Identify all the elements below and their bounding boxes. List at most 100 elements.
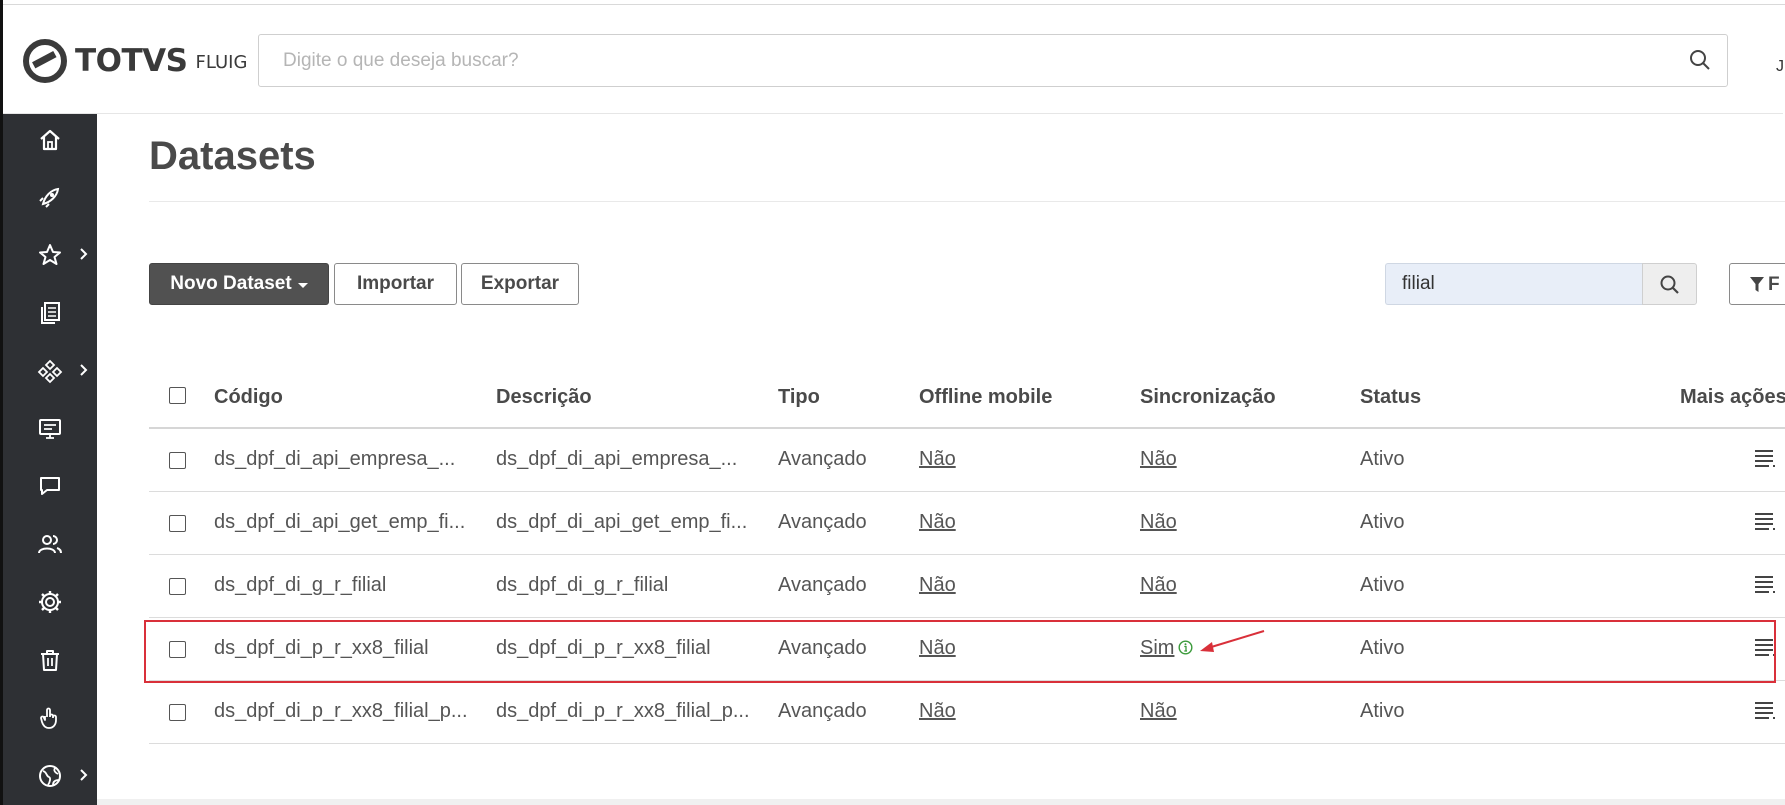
row-offline-link[interactable]: Não <box>919 637 956 660</box>
sidebar-item-processes[interactable] <box>3 345 97 395</box>
chevron-right-icon <box>80 364 88 376</box>
chevron-right-icon <box>80 769 88 781</box>
sidebar-item-people[interactable] <box>3 518 97 568</box>
row-checkbox[interactable] <box>169 515 186 532</box>
info-icon[interactable] <box>1178 640 1193 655</box>
row-offline-link[interactable]: Não <box>919 700 956 723</box>
column-header-sync[interactable]: Sincronização <box>1140 386 1276 409</box>
touch-icon <box>40 707 57 729</box>
row-sync-link[interactable]: Não <box>1140 448 1177 471</box>
caret-down-icon <box>297 282 308 288</box>
row-code[interactable]: ds_dpf_di_api_empresa_... <box>214 448 455 471</box>
global-search-input[interactable] <box>259 35 1659 86</box>
totvs-fluig-logo[interactable]: TOTVS FLUIG <box>23 38 247 84</box>
trash-icon <box>41 650 59 671</box>
row-status: Ativo <box>1360 448 1405 470</box>
new-dataset-button[interactable]: Novo Dataset <box>149 263 329 305</box>
row-status: Ativo <box>1360 511 1405 533</box>
sidebar-item-trash[interactable] <box>3 634 97 684</box>
column-header-actions: Mais ações <box>1680 386 1785 408</box>
row-sync-link[interactable]: Sim <box>1140 637 1174 659</box>
row-type: Avançado <box>778 511 867 533</box>
row-status: Ativo <box>1360 637 1405 659</box>
select-all-checkbox[interactable] <box>169 387 186 404</box>
import-button[interactable]: Importar <box>334 263 457 305</box>
sidebar-nav <box>3 114 97 805</box>
row-sync-link[interactable]: Não <box>1140 511 1177 534</box>
row-actions-menu-icon[interactable] <box>1753 573 1777 595</box>
page-title: Datasets <box>149 134 316 178</box>
row-sync-cell: Sim <box>1140 637 1193 660</box>
row-sync-link[interactable]: Não <box>1140 574 1177 597</box>
table-row: ds_dpf_di_p_r_xx8_filial_p... ds_dpf_di_… <box>149 681 1785 744</box>
users-icon <box>38 535 62 554</box>
logo-brand-text: TOTVS <box>75 43 188 79</box>
app-window: TOTVS FLUIG J <box>0 0 1785 805</box>
documents-icon <box>41 302 60 324</box>
row-description: ds_dpf_di_p_r_xx8_filial <box>496 637 711 659</box>
title-divider <box>149 201 1785 202</box>
filter-search-button[interactable] <box>1642 263 1697 305</box>
sidebar-item-touch[interactable] <box>3 692 97 742</box>
search-icon[interactable] <box>1689 49 1711 71</box>
sidebar-item-messages[interactable] <box>3 460 97 510</box>
row-actions-menu-icon[interactable] <box>1753 636 1777 658</box>
column-header-offline[interactable]: Offline mobile <box>919 386 1052 409</box>
annotation-arrow-icon <box>1200 630 1265 652</box>
row-offline-link[interactable]: Não <box>919 574 956 597</box>
row-checkbox[interactable] <box>169 578 186 595</box>
rocket-icon <box>39 187 60 208</box>
table-header: Código Descrição Tipo Offline mobile Sin… <box>149 364 1785 429</box>
chevron-right-icon <box>80 248 88 260</box>
dataset-filter <box>1385 263 1642 305</box>
new-dataset-label: Novo Dataset <box>170 273 292 294</box>
sidebar-item-favorites[interactable] <box>3 229 97 279</box>
column-header-description[interactable]: Descrição <box>496 386 592 409</box>
global-search <box>258 34 1728 87</box>
row-description: ds_dpf_di_api_get_emp_fi... <box>496 511 748 533</box>
row-status: Ativo <box>1360 700 1405 722</box>
row-code[interactable]: ds_dpf_di_p_r_xx8_filial_p... <box>214 700 468 723</box>
row-description: ds_dpf_di_api_empresa_... <box>496 448 738 470</box>
column-header-code[interactable]: Código <box>214 386 283 409</box>
row-description: ds_dpf_di_p_r_xx8_filial_p... <box>496 700 750 722</box>
app-header: TOTVS FLUIG J <box>3 6 1784 114</box>
row-code[interactable]: ds_dpf_di_api_get_emp_fi... <box>214 511 465 534</box>
row-actions-menu-icon[interactable] <box>1753 699 1777 721</box>
row-actions-menu-icon[interactable] <box>1753 447 1777 469</box>
column-header-status[interactable]: Status <box>1360 386 1421 409</box>
row-offline-link[interactable]: Não <box>919 448 956 471</box>
table-row: ds_dpf_di_g_r_filial ds_dpf_di_g_r_filia… <box>149 555 1785 618</box>
totvs-logo-icon <box>23 39 67 83</box>
row-checkbox[interactable] <box>169 452 186 469</box>
top-border <box>0 0 1785 5</box>
sidebar-item-home[interactable] <box>3 114 97 164</box>
chat-icon <box>40 477 60 495</box>
table-row: ds_dpf_di_api_get_emp_fi... ds_dpf_di_ap… <box>149 492 1785 555</box>
sidebar-item-global[interactable] <box>3 750 97 800</box>
column-header-type[interactable]: Tipo <box>778 386 820 409</box>
logo-product-text: FLUIG <box>195 51 248 73</box>
advanced-filters-button[interactable]: F <box>1729 263 1785 305</box>
workflow-icon <box>37 359 63 384</box>
dataset-filter-input[interactable] <box>1386 264 1642 304</box>
search-icon <box>1660 275 1679 294</box>
row-checkbox[interactable] <box>169 704 186 721</box>
row-type: Avançado <box>778 574 867 596</box>
sidebar-item-settings[interactable] <box>3 576 97 626</box>
row-code[interactable]: ds_dpf_di_g_r_filial <box>214 574 386 597</box>
row-sync-link[interactable]: Não <box>1140 700 1177 723</box>
row-type: Avançado <box>778 637 867 659</box>
row-actions-menu-icon[interactable] <box>1753 510 1777 532</box>
row-checkbox[interactable] <box>169 641 186 658</box>
row-offline-link[interactable]: Não <box>919 511 956 534</box>
funnel-icon <box>1750 277 1764 292</box>
sidebar-item-launch[interactable] <box>3 171 97 221</box>
sidebar-item-panel[interactable] <box>3 403 97 453</box>
gear-icon <box>39 591 61 613</box>
row-code[interactable]: ds_dpf_di_p_r_xx8_filial <box>214 637 429 660</box>
sidebar-item-documents[interactable] <box>3 287 97 337</box>
export-button[interactable]: Exportar <box>461 263 579 305</box>
user-menu[interactable]: J <box>1776 58 1784 76</box>
advanced-filters-label: F <box>1768 274 1780 295</box>
